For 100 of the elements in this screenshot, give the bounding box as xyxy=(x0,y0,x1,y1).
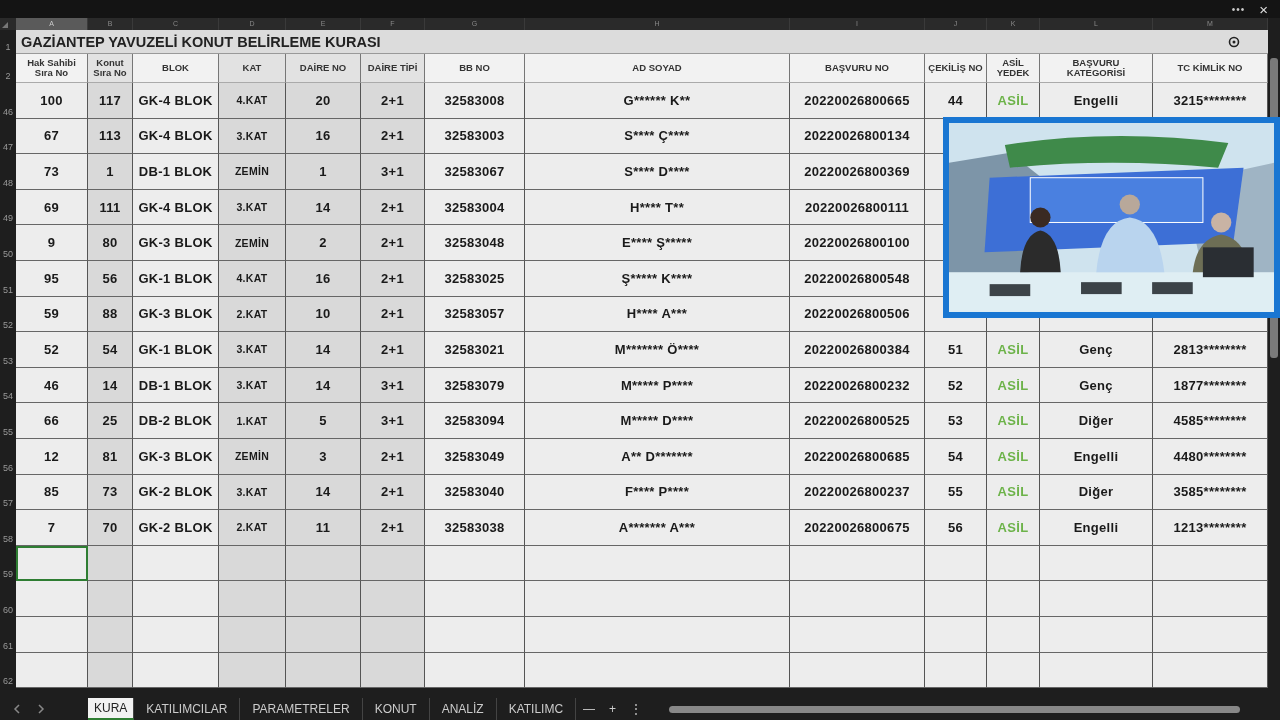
table-cell xyxy=(987,545,1040,582)
ring-icon[interactable] xyxy=(1228,35,1240,48)
table-cell: ZEMİN xyxy=(219,438,286,475)
table-cell: 20220026800134 xyxy=(790,118,925,155)
table-cell: 2+1 xyxy=(361,83,425,119)
tab-action-button[interactable]: ⋮ xyxy=(623,698,650,720)
row-number[interactable]: 49 xyxy=(0,189,16,226)
table-cell: S**** Ç**** xyxy=(525,118,790,155)
row-number[interactable]: 48 xyxy=(0,154,16,190)
row-number[interactable]: 50 xyxy=(0,225,16,261)
table-cell: 20220026800369 xyxy=(790,154,925,190)
column-header: DAİRE TİPİ xyxy=(361,54,425,83)
table-cell[interactable] xyxy=(16,581,88,617)
row-number[interactable]: 57 xyxy=(0,474,16,511)
table-cell: 1.KAT xyxy=(219,403,286,439)
table-cell: 80 xyxy=(88,225,133,261)
table-cell: 46 xyxy=(16,367,88,404)
table-cell: 66 xyxy=(16,403,88,439)
table-cell: M***** P**** xyxy=(525,367,790,404)
table-cell: A** D******* xyxy=(525,438,790,475)
row-number[interactable]: 51 xyxy=(0,260,16,297)
row-number[interactable]: 60 xyxy=(0,581,16,617)
table-cell: 85 xyxy=(16,474,88,511)
chevron-right-icon[interactable] xyxy=(36,703,46,715)
table-cell: 73 xyxy=(88,474,133,511)
table-cell: 54 xyxy=(925,438,987,475)
table-cell: 20220026800506 xyxy=(790,296,925,333)
close-button[interactable]: × xyxy=(1257,1,1270,17)
table-cell xyxy=(88,616,133,653)
column-header: Konut Sıra No xyxy=(88,54,133,83)
column-header: BAŞVURU NO xyxy=(790,54,925,83)
table-cell xyxy=(361,616,425,653)
table-cell xyxy=(219,652,286,689)
row-number[interactable]: 52 xyxy=(0,296,16,333)
row-number[interactable]: 53 xyxy=(0,332,16,368)
table-cell: 2+1 xyxy=(361,510,425,546)
row-number[interactable]: 54 xyxy=(0,367,16,404)
row-number[interactable]: 1 xyxy=(0,30,16,54)
table-cell xyxy=(219,545,286,582)
column-header: KAT xyxy=(219,54,286,83)
row-number[interactable]: 58 xyxy=(0,510,16,546)
table-cell xyxy=(219,616,286,653)
chevron-left-icon[interactable] xyxy=(12,703,22,715)
table-cell[interactable] xyxy=(16,616,88,653)
table-cell: GK-4 BLOK xyxy=(133,83,219,119)
table-cell: G****** K** xyxy=(525,83,790,119)
table-cell: 44 xyxy=(925,83,987,119)
table-cell xyxy=(361,652,425,689)
table-cell: 9 xyxy=(16,225,88,261)
row-number[interactable]: 62 xyxy=(0,652,16,689)
table-cell: 2+1 xyxy=(361,474,425,511)
table-cell xyxy=(925,652,987,689)
table-cell: 55 xyxy=(925,474,987,511)
tab-action-button[interactable]: — xyxy=(576,698,603,720)
table-cell: ZEMİN xyxy=(219,154,286,190)
table-cell: GK-3 BLOK xyxy=(133,296,219,333)
table-cell: 32583048 xyxy=(425,225,525,261)
table-cell xyxy=(925,616,987,653)
table-cell: S**** D**** xyxy=(525,154,790,190)
tab-action-button[interactable]: + xyxy=(602,698,624,720)
row-number[interactable]: 56 xyxy=(0,438,16,475)
table-cell: 4585******** xyxy=(1153,403,1268,439)
table-cell: 5 xyxy=(286,403,361,439)
table-cell: 20220026800111 xyxy=(790,189,925,226)
row-number[interactable]: 47 xyxy=(0,118,16,155)
table-cell: F**** P**** xyxy=(525,474,790,511)
table-cell: ZEMİN xyxy=(219,225,286,261)
table-cell: 32583003 xyxy=(425,118,525,155)
table-cell: 3.KAT xyxy=(219,474,286,511)
table-cell: 2 xyxy=(286,225,361,261)
table-cell: 10 xyxy=(286,296,361,333)
table-cell: DB-1 BLOK xyxy=(133,367,219,404)
table-cell: 20220026800384 xyxy=(790,332,925,368)
row-number[interactable]: 46 xyxy=(0,83,16,119)
table-cell: 69 xyxy=(16,189,88,226)
table-cell: 3+1 xyxy=(361,154,425,190)
table-cell: 4.KAT xyxy=(219,260,286,297)
table-cell: 25 xyxy=(88,403,133,439)
row-number[interactable]: 61 xyxy=(0,616,16,653)
row-number[interactable]: 2 xyxy=(0,54,16,83)
table-cell: 14 xyxy=(286,367,361,404)
more-icon[interactable]: ••• xyxy=(1231,3,1246,15)
table-cell[interactable] xyxy=(16,652,88,689)
column-header: TC KİMLİK NO xyxy=(1153,54,1268,83)
sheet-tab[interactable]: KURA xyxy=(88,698,135,720)
row-number[interactable]: 55 xyxy=(0,403,16,439)
table-cell: ASİL xyxy=(987,332,1040,368)
row-number[interactable]: 59 xyxy=(0,545,16,582)
table-cell: 2+1 xyxy=(361,438,425,475)
table-cell: GK-4 BLOK xyxy=(133,118,219,155)
column-header: BAŞVURU KATEGORİSİ xyxy=(1040,54,1153,83)
table-cell: 95 xyxy=(16,260,88,297)
table-cell: 3.KAT xyxy=(219,332,286,368)
column-header: ÇEKİLİŞ NO xyxy=(925,54,987,83)
table-cell: 3+1 xyxy=(361,403,425,439)
table-cell: 56 xyxy=(925,510,987,546)
table-cell: 32583025 xyxy=(425,260,525,297)
table-cell: 54 xyxy=(88,332,133,368)
table-cell: 2+1 xyxy=(361,118,425,155)
table-cell[interactable] xyxy=(16,545,88,582)
